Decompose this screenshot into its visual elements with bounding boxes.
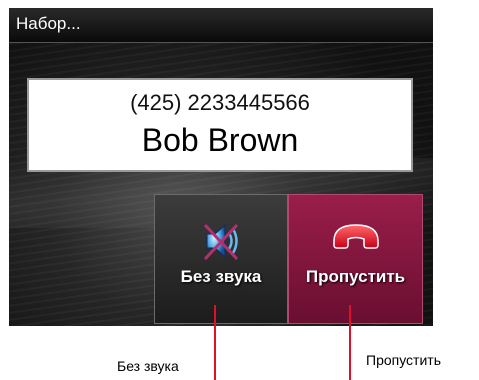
mute-button-label: Без звука — [180, 267, 262, 286]
hang-up-phone-icon — [330, 217, 382, 262]
mute-button[interactable]: Без звука — [154, 194, 288, 324]
skip-callout-line — [349, 305, 351, 380]
caller-info-box: (425) 2233445566 Bob Brown — [27, 78, 413, 172]
phone-screen: Набор... (425) 2233445566 Bob Brown Без … — [9, 8, 433, 326]
skip-button[interactable]: Пропустить — [288, 194, 423, 324]
mute-callout-line — [214, 305, 216, 380]
skip-callout-label: Пропустить — [366, 352, 441, 368]
muted-speaker-icon — [197, 217, 245, 270]
phone-number: (425) 2233445566 — [130, 90, 310, 115]
contact-name: Bob Brown — [141, 122, 299, 158]
skip-button-label: Пропустить — [305, 267, 406, 286]
window-title: Набор... — [16, 14, 81, 33]
title-bar: Набор... — [9, 8, 433, 43]
mute-callout-label: Без звука — [117, 358, 179, 374]
